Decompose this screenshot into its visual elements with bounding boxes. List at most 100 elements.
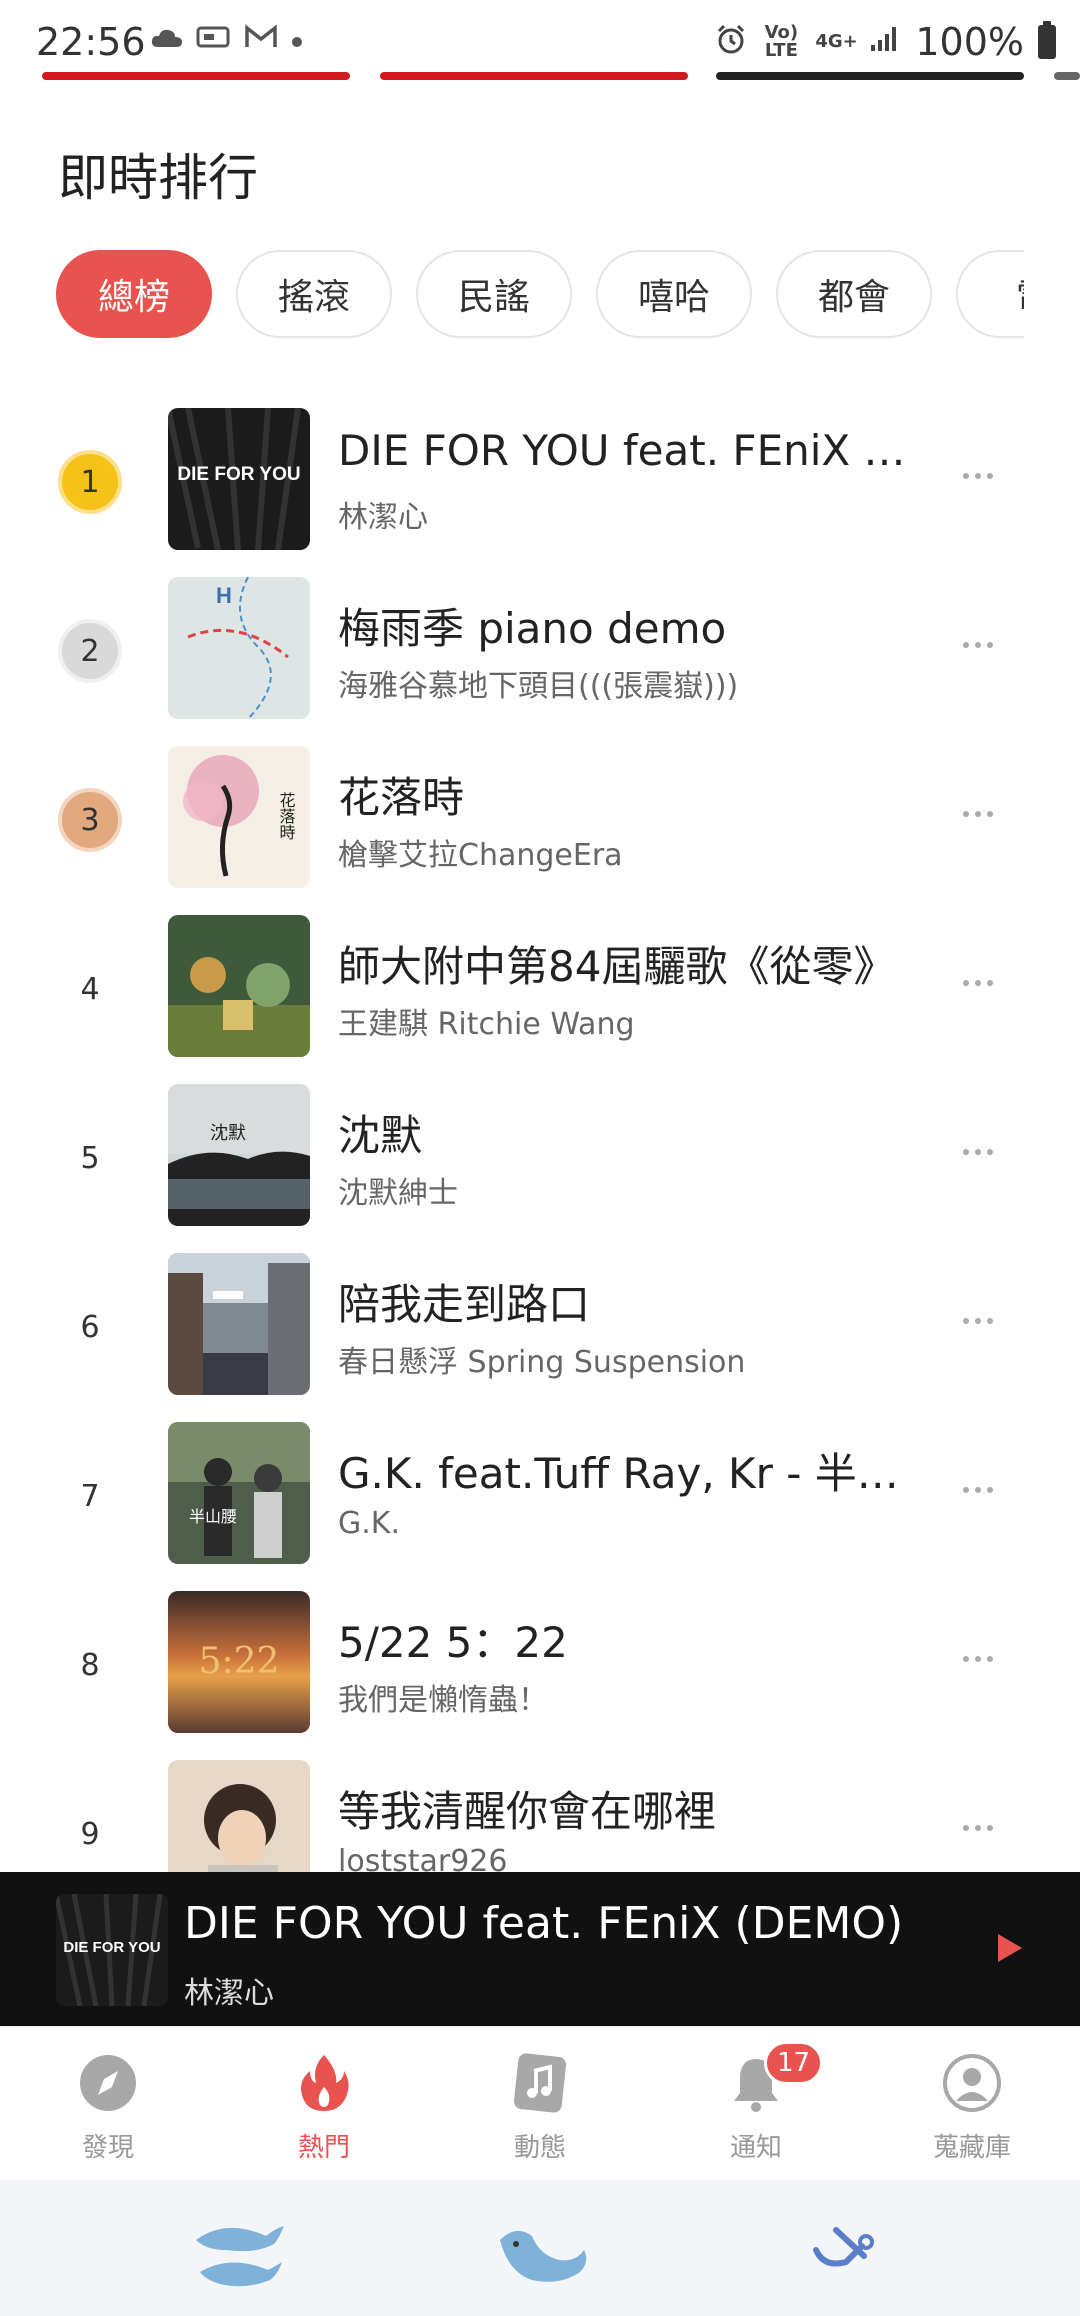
- song-artist[interactable]: 我們是懶惰蟲！: [338, 1675, 918, 1719]
- song-artist[interactable]: 槍擊艾拉ChangeEra: [338, 830, 918, 874]
- album-cover[interactable]: 半山腰: [168, 1422, 310, 1564]
- song-artist[interactable]: 林潔心: [338, 492, 918, 536]
- rank-number: 4: [80, 971, 100, 1007]
- dot-icon: [290, 26, 304, 56]
- genre-chip-all[interactable]: 總榜: [56, 250, 212, 338]
- tab-library[interactable]: 蒐藏庫: [864, 2027, 1080, 2181]
- genre-filter-bar: 總榜 搖滾 民謠 嘻哈 都會 電: [56, 250, 1024, 340]
- rank-number: 5: [80, 1140, 100, 1176]
- tab-label: 發現: [81, 2133, 134, 2163]
- now-playing-cover[interactable]: DIE FOR YOU: [56, 1894, 168, 2006]
- cloud-icon: [150, 26, 184, 56]
- chart-row[interactable]: 7 半山腰 G.K. feat.Tuff Ray, Kr - 半山... G.K…: [0, 1410, 1080, 1579]
- more-options-icon[interactable]: [950, 1470, 1006, 1510]
- album-cover[interactable]: [168, 1760, 310, 1872]
- rank-number: 6: [80, 1309, 100, 1345]
- album-cover[interactable]: DIE FOR YOU: [168, 408, 310, 550]
- song-artist[interactable]: 春日懸浮 Spring Suspension: [338, 1337, 918, 1381]
- chart-row[interactable]: 2 H 梅雨季 piano demo 海雅谷慕地下頭目(((張震嶽))): [0, 565, 1080, 734]
- song-artist[interactable]: G.K.: [338, 1506, 918, 1541]
- cover-text: DIE FOR YOU: [177, 464, 300, 485]
- chart-row[interactable]: 9 等我清醒你會在哪裡 loststar926: [0, 1748, 1080, 1872]
- album-cover[interactable]: [168, 1253, 310, 1395]
- alarm-icon: [715, 23, 747, 62]
- more-options-icon[interactable]: [950, 456, 1006, 496]
- recents-whale-icon[interactable]: [176, 2200, 296, 2300]
- tab-notifications[interactable]: 17 通知: [648, 2027, 864, 2181]
- tab-discover[interactable]: 發現: [0, 2027, 216, 2181]
- song-artist[interactable]: 海雅谷慕地下頭目(((張震嶽))): [338, 661, 918, 705]
- rank-badge: 1: [58, 450, 122, 514]
- progress-segment: [380, 72, 688, 80]
- status-bar: 22:56 Vo) LTE 4G+ 100%: [0, 0, 1080, 76]
- more-options-icon[interactable]: [950, 625, 1006, 665]
- more-options-icon[interactable]: [950, 1132, 1006, 1172]
- song-title: 花落時: [338, 773, 465, 822]
- album-cover[interactable]: 5:22: [168, 1591, 310, 1733]
- album-cover[interactable]: 花落時: [168, 746, 310, 888]
- song-title: 陪我走到路口: [338, 1280, 591, 1329]
- tab-label: 動態: [513, 2133, 566, 2163]
- gmail-icon: [244, 24, 278, 57]
- tab-label: 熱門: [297, 2133, 350, 2163]
- song-title: 等我清醒你會在哪裡: [338, 1787, 717, 1836]
- rank-number: 8: [80, 1647, 100, 1683]
- cover-text: 花落時: [277, 792, 296, 840]
- genre-chip-hiphop[interactable]: 嘻哈: [596, 250, 752, 338]
- cover-text: 沈默: [210, 1123, 246, 1144]
- page-title: 即時排行: [58, 149, 258, 207]
- chart-row[interactable]: 6 陪我走到路口 春日懸浮 Spring Suspension: [0, 1241, 1080, 1410]
- chart-row[interactable]: 5 沈默 沈默 沈默紳士: [0, 1072, 1080, 1241]
- chart-row[interactable]: 3 花落時 花落時 槍擊艾拉ChangeEra: [0, 734, 1080, 903]
- home-whale-icon[interactable]: [480, 2200, 600, 2300]
- song-title: G.K. feat.Tuff Ray, Kr - 半山...: [338, 1449, 918, 1498]
- key-icon: [196, 24, 232, 57]
- chart-row[interactable]: 1 DIE FOR YOU DIE FOR YOU feat. FEniX (.…: [0, 396, 1080, 565]
- genre-chip-electronic[interactable]: 電: [956, 250, 1024, 338]
- cover-text: 半山腰: [189, 1507, 237, 1526]
- more-options-icon[interactable]: [950, 794, 1006, 834]
- more-options-icon[interactable]: [950, 963, 1006, 1003]
- signal-icon: [869, 25, 901, 60]
- cover-text: DIE FOR YOU: [63, 1939, 160, 1956]
- battery-icon: [1038, 21, 1056, 59]
- genre-chip-rock[interactable]: 搖滾: [236, 250, 392, 338]
- song-artist[interactable]: 王建騏 Ritchie Wang: [338, 999, 918, 1043]
- song-artist[interactable]: loststar926: [338, 1844, 918, 1872]
- now-playing-bar[interactable]: DIE FOR YOU DIE FOR YOU feat. FEniX (DEM…: [0, 1872, 1080, 2026]
- song-artist[interactable]: 沈默紳士: [338, 1168, 918, 1212]
- genre-chip-folk[interactable]: 民謠: [416, 250, 572, 338]
- song-title: 5/22 5：22: [338, 1618, 568, 1667]
- rank-badge: 2: [58, 619, 122, 683]
- chart-list: 1 DIE FOR YOU DIE FOR YOU feat. FEniX (.…: [0, 396, 1080, 1872]
- more-options-icon[interactable]: [950, 1808, 1006, 1848]
- play-icon[interactable]: [988, 1928, 1028, 1968]
- status-notification-icons: [150, 24, 304, 57]
- album-cover[interactable]: 沈默: [168, 1084, 310, 1226]
- bottom-tab-bar: 發現 熱門 動態 17 通知 蒐藏庫: [0, 2026, 1080, 2180]
- chart-row[interactable]: 4 師大附中第84屆驪歌《從零》 王建騏 Ritchie Wang: [0, 903, 1080, 1072]
- notification-badge: 17: [764, 2041, 824, 2085]
- profile-icon: [942, 2053, 1002, 2113]
- progress-segment: [1054, 72, 1080, 80]
- tab-label: 蒐藏庫: [932, 2133, 1011, 2163]
- chart-row[interactable]: 8 5:22 5/22 5：22 我們是懶惰蟲！: [0, 1579, 1080, 1748]
- song-title: DIE FOR YOU feat. FEniX (...: [338, 426, 918, 475]
- album-cover[interactable]: [168, 915, 310, 1057]
- more-options-icon[interactable]: [950, 1301, 1006, 1341]
- now-playing-title: DIE FOR YOU feat. FEniX (DEMO): [184, 1898, 904, 1949]
- compass-icon: [78, 2053, 138, 2113]
- status-time: 22:56: [36, 20, 146, 64]
- cover-text: 5:22: [199, 1641, 280, 1682]
- rank-badge: 3: [58, 788, 122, 852]
- back-anchor-icon[interactable]: [780, 2200, 900, 2300]
- 4g-icon: 4G+: [815, 31, 858, 52]
- album-cover[interactable]: H: [168, 577, 310, 719]
- more-options-icon[interactable]: [950, 1639, 1006, 1679]
- song-title: 師大附中第84屆驪歌《從零》: [338, 942, 896, 991]
- genre-chip-urban[interactable]: 都會: [776, 250, 932, 338]
- tab-hot[interactable]: 熱門: [216, 2027, 432, 2181]
- tab-activity[interactable]: 動態: [432, 2027, 648, 2181]
- system-nav-bar: [0, 2180, 1080, 2316]
- battery-percentage: 100%: [915, 20, 1024, 64]
